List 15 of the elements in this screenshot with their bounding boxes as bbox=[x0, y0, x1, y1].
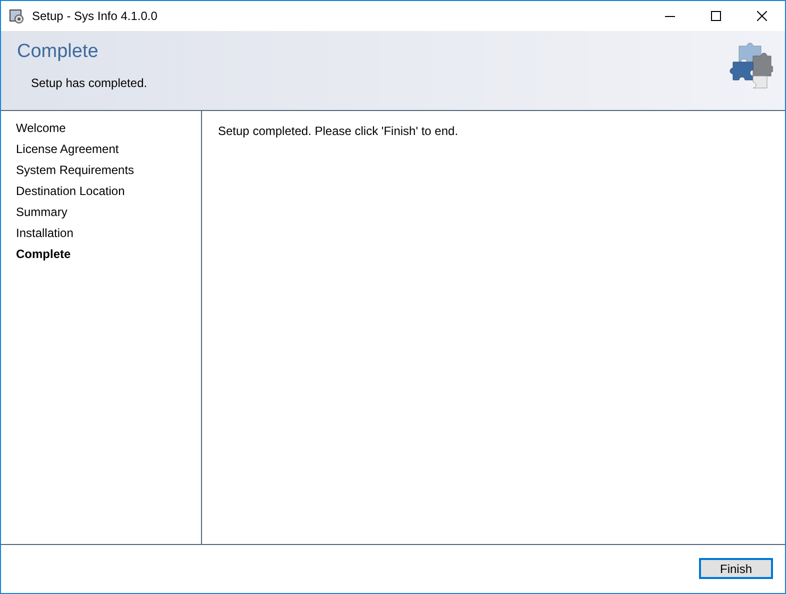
page-title: Complete bbox=[17, 41, 100, 63]
step-item: Welcome bbox=[15, 121, 67, 137]
step-item: Installation bbox=[15, 226, 74, 242]
step-item: Summary bbox=[15, 205, 68, 221]
finish-button[interactable]: Finish bbox=[699, 558, 773, 579]
close-icon bbox=[757, 11, 767, 21]
step-item: System Requirements bbox=[15, 163, 136, 179]
step-item: License Agreement bbox=[15, 142, 120, 158]
page-subtitle: Setup has completed. bbox=[31, 76, 148, 90]
window-title: Setup - Sys Info 4.1.0.0 bbox=[32, 9, 158, 23]
app-icon bbox=[9, 8, 25, 24]
step-item: Complete bbox=[15, 247, 72, 263]
status-message: Setup completed. Please click 'Finish' to end. bbox=[218, 124, 460, 138]
step-item: Destination Location bbox=[15, 184, 126, 200]
maximize-icon bbox=[711, 11, 721, 21]
